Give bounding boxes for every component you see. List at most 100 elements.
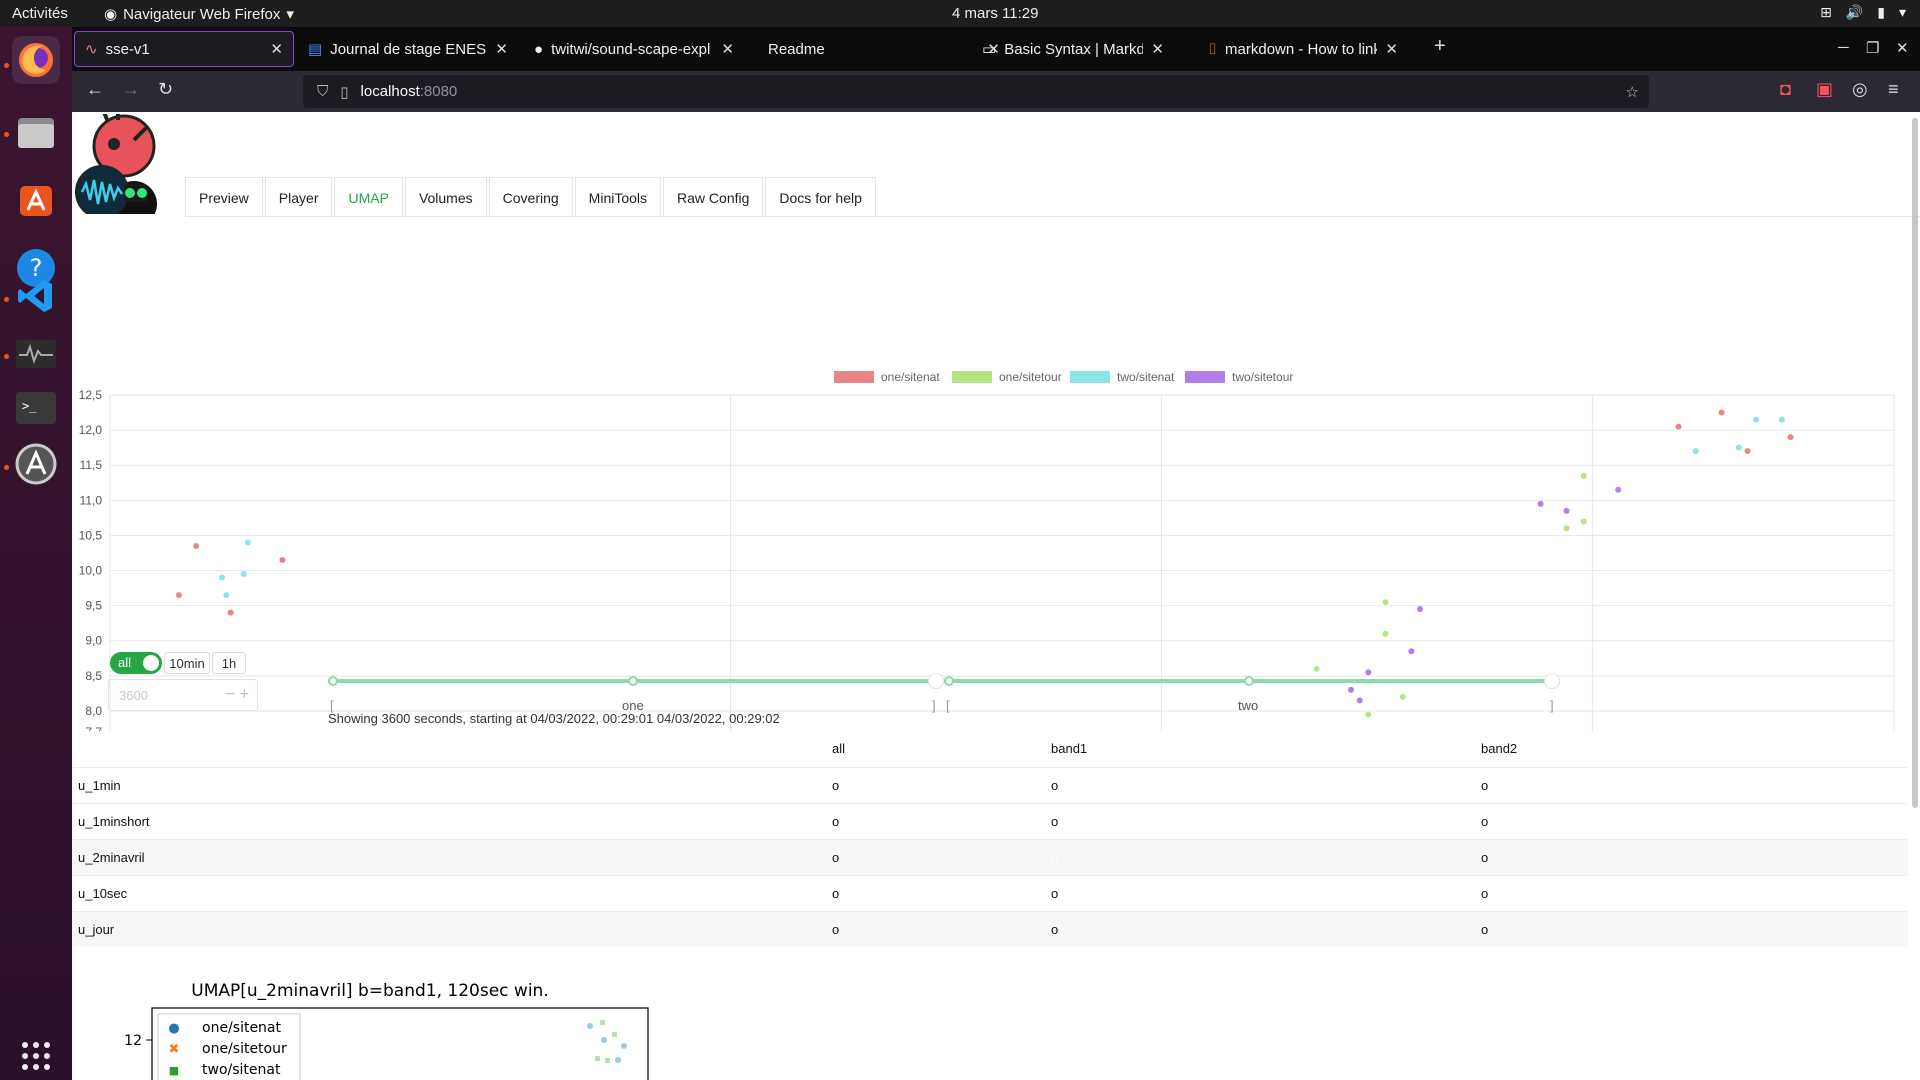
tab-covering[interactable]: Covering — [488, 177, 573, 217]
tab-preview[interactable]: Preview — [185, 177, 263, 217]
minus-icon[interactable]: − — [226, 686, 235, 703]
tab-umap[interactable]: UMAP — [334, 177, 403, 217]
tab-basic-syntax[interactable]: ▭ Basic Syntax | Markdown ✕ — [972, 31, 1174, 67]
reload-icon[interactable]: ↻ — [158, 79, 173, 100]
plus-icon[interactable]: + — [240, 686, 249, 703]
legend-swatch[interactable] — [834, 371, 874, 383]
close-icon[interactable]: ✕ — [270, 40, 283, 58]
running-indicator — [4, 63, 9, 68]
software-store-icon[interactable] — [12, 176, 60, 224]
close-icon[interactable]: ✕ — [721, 40, 734, 58]
grid-cell[interactable]: o — [1045, 802, 1475, 839]
data-point — [1778, 416, 1785, 423]
row-name: u_10sec — [72, 874, 826, 911]
app-logo[interactable] — [74, 112, 174, 227]
legend-label: one/sitetour — [999, 370, 1062, 384]
close-window-button[interactable]: ✕ — [1896, 39, 1909, 57]
grid-cell[interactable]: o — [1475, 838, 1908, 875]
tab-player[interactable]: Player — [264, 177, 333, 217]
data-point — [1744, 448, 1751, 455]
window-10min-button[interactable]: 10min — [164, 652, 210, 674]
grid-cell[interactable]: o — [1475, 802, 1908, 839]
terminal-icon[interactable]: >_ — [12, 384, 60, 432]
data-point — [193, 542, 200, 549]
grid-cell[interactable]: o — [1475, 766, 1908, 803]
all-toggle[interactable]: all — [110, 652, 162, 674]
plot-point — [601, 1037, 607, 1043]
legend-label: two/sitetour — [1232, 370, 1293, 384]
app-menu-label: Navigateur Web Firefox — [123, 5, 281, 23]
document-icon: ▤ — [308, 41, 323, 58]
grid-cell[interactable]: o — [1045, 874, 1475, 911]
tab-minitools[interactable]: MiniTools — [574, 177, 662, 217]
shield-icon[interactable]: ⛉ — [317, 83, 328, 100]
grid-cell[interactable]: o — [1475, 910, 1908, 947]
window-1h-button[interactable]: 1h — [212, 652, 246, 674]
grid-cell[interactable]: o — [1045, 766, 1475, 803]
tab-stackoverflow[interactable]: ⌷ markdown - How to link t ✕ — [1198, 31, 1408, 67]
menu-icon[interactable]: ≡ — [1888, 79, 1899, 100]
tab-docs[interactable]: Docs for help — [765, 177, 876, 217]
system-monitor-icon[interactable] — [12, 330, 60, 378]
time-slider-one[interactable]: [ one ] — [328, 665, 944, 713]
url-host: localhost — [360, 83, 420, 100]
tab-raw-config[interactable]: Raw Config — [663, 177, 764, 217]
battery-icon: ▮ — [1877, 4, 1885, 20]
grid-cell[interactable]: o — [826, 802, 1045, 839]
slider-handle[interactable] — [1544, 673, 1560, 689]
forward-arrow-icon[interactable]: → — [122, 79, 140, 100]
close-icon[interactable]: ✕ — [1151, 40, 1164, 58]
software-updater-icon[interactable] — [12, 440, 60, 488]
minimize-button[interactable]: ─ — [1838, 39, 1849, 56]
bookmark-star-icon[interactable]: ☆ — [1626, 83, 1639, 101]
grid-cell[interactable]: o — [826, 766, 1045, 803]
activities-button[interactable]: Activités — [12, 5, 68, 22]
tab-journal[interactable]: ▤ Journal de stage ENES - ( ✕ — [298, 31, 518, 67]
page-scrollbar[interactable] — [1912, 118, 1918, 808]
time-slider-two[interactable]: [ two ] — [944, 665, 1560, 713]
close-icon[interactable]: ✕ — [495, 40, 508, 58]
restore-button[interactable]: ❐ — [1866, 39, 1879, 57]
plot-point — [595, 1056, 600, 1061]
firefox-icon[interactable] — [12, 36, 60, 84]
tab-sse-v1[interactable]: ∿ sse-v1 ✕ — [74, 31, 294, 67]
legend-swatch[interactable] — [952, 371, 992, 383]
back-arrow-icon[interactable]: ← — [86, 79, 104, 100]
app-grid-icon[interactable] — [12, 1032, 60, 1080]
pocket-icon[interactable]: ◘ — [1780, 79, 1791, 100]
tab-volumes[interactable]: Volumes — [404, 177, 487, 217]
tab-readme[interactable]: Readme ✕ — [750, 31, 1010, 67]
legend-swatch[interactable] — [1070, 371, 1110, 383]
plot-y-tick-label: 12 — [124, 1033, 142, 1049]
vscode-icon[interactable] — [12, 272, 60, 320]
y-tick-label: 9,5 — [85, 599, 102, 613]
app-menu[interactable]: ◉ Navigateur Web Firefox ▾ — [104, 5, 294, 24]
files-icon[interactable] — [12, 108, 60, 156]
grid-cell[interactable]: o — [826, 874, 1045, 911]
url-bar[interactable]: ⛉ ▯ localhost :8080 ☆ — [303, 75, 1649, 108]
new-tab-button[interactable]: + — [1434, 35, 1446, 58]
clock[interactable]: 4 mars 11:29 — [952, 5, 1038, 22]
grid-cell[interactable]: o — [826, 838, 1045, 875]
plot-point — [587, 1023, 593, 1029]
plot-point — [615, 1057, 621, 1063]
page-content: Preview Player UMAP Volumes Covering Min… — [72, 112, 1920, 1080]
system-tray[interactable]: ⊞ 🔊 ▮ ▾ — [1820, 4, 1906, 21]
grid-cell[interactable]: o — [1045, 910, 1475, 947]
y-tick-label: 11,0 — [80, 493, 103, 507]
legend-swatch[interactable] — [1185, 371, 1225, 383]
grid-cell-selected[interactable]: o — [1045, 838, 1475, 875]
data-point — [1563, 525, 1570, 532]
extension-icon[interactable]: ◎ — [1852, 79, 1868, 100]
data-point — [1580, 518, 1587, 525]
duration-stepper[interactable]: 3600 − + — [108, 679, 258, 711]
app-nav-tabs: Preview Player UMAP Volumes Covering Min… — [185, 177, 878, 217]
slider-handle[interactable] — [928, 673, 944, 689]
bracket-right: ] — [932, 698, 936, 713]
container-icon[interactable]: ▣ — [1816, 79, 1833, 100]
close-icon[interactable]: ✕ — [1385, 40, 1398, 58]
grid-cell[interactable]: o — [1475, 874, 1908, 911]
tab-github[interactable]: ● twitwi/sound-scape-expl ✕ — [524, 31, 744, 67]
grid-cell[interactable]: o — [826, 910, 1045, 947]
running-indicator — [4, 132, 9, 137]
